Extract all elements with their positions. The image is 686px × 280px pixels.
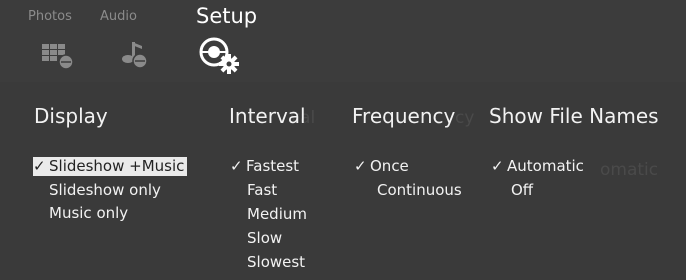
- tab-audio[interactable]: Audio: [100, 0, 160, 82]
- display-option-slideshow-music[interactable]: ✓ Slideshow +Music: [33, 157, 188, 176]
- background-ghost-text: cy: [455, 108, 475, 128]
- tab-setup-label: Setup: [196, 4, 258, 28]
- frequency-option-continuous[interactable]: Continuous: [377, 181, 462, 200]
- frequency-heading: Frequency: [352, 104, 456, 128]
- interval-option-fastest[interactable]: ✓ Fastest: [230, 157, 299, 176]
- interval-heading: Interval: [229, 104, 306, 128]
- show-file-names-heading: Show File Names: [489, 104, 659, 128]
- interval-option-slowest[interactable]: Slowest: [247, 253, 305, 272]
- display-option-slideshow-only[interactable]: Slideshow only: [49, 181, 161, 200]
- display-heading: Display: [34, 104, 108, 128]
- check-icon: ✓: [33, 157, 46, 175]
- top-tab-bar: Photos Audio Setup: [0, 0, 686, 82]
- interval-option-medium[interactable]: Medium: [247, 205, 307, 224]
- tab-audio-label: Audio: [100, 9, 137, 24]
- tab-setup[interactable]: Setup: [196, 0, 276, 82]
- show-file-names-option-automatic[interactable]: ✓ Automatic: [491, 157, 584, 176]
- photo-grid-icon: [42, 44, 74, 70]
- interval-option-slow[interactable]: Slow: [247, 229, 282, 248]
- check-icon: ✓: [230, 157, 243, 175]
- frequency-option-once[interactable]: ✓ Once: [354, 157, 409, 176]
- show-file-names-option-off[interactable]: Off: [511, 181, 533, 200]
- tab-photos[interactable]: Photos: [28, 0, 90, 82]
- check-icon: ✓: [491, 157, 504, 175]
- tab-photos-label: Photos: [28, 9, 72, 24]
- background-ghost-text: omatic: [600, 160, 659, 180]
- music-note-icon: [122, 42, 148, 69]
- interval-option-fast[interactable]: Fast: [247, 181, 277, 200]
- setup-gear-icon: [199, 37, 239, 74]
- check-icon: ✓: [354, 157, 367, 175]
- display-option-music-only[interactable]: Music only: [49, 204, 128, 223]
